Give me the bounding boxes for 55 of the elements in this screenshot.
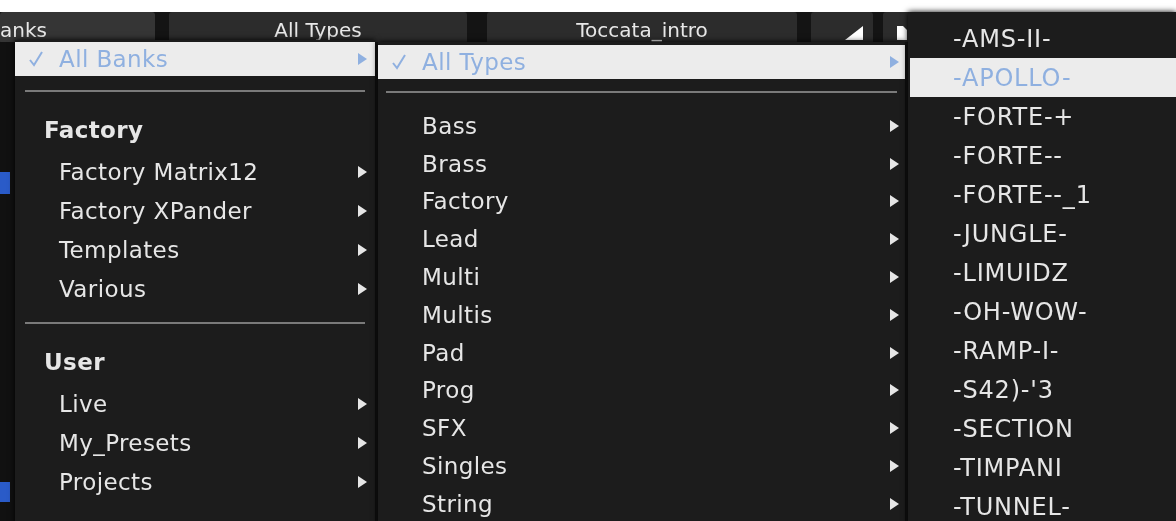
menu-item[interactable]: Multis xyxy=(378,296,905,334)
menu-item[interactable]: -RAMP-I- xyxy=(908,331,1176,370)
menu-header: Factory xyxy=(43,116,145,145)
menu-item[interactable]: Pad xyxy=(378,333,905,372)
menu-item[interactable]: -FORTE-+ xyxy=(908,97,1176,136)
menu-item[interactable]: -JUNGLE- xyxy=(908,214,1176,253)
menu-item[interactable]: Factory xyxy=(378,182,905,221)
submenu-arrow-icon xyxy=(890,346,899,359)
menu-item[interactable]: Bass xyxy=(378,107,905,145)
triangle-icon xyxy=(843,24,865,40)
menu-item[interactable]: String xyxy=(378,484,905,521)
menu-item[interactable]: Various xyxy=(15,269,375,308)
submenu-arrow-icon xyxy=(890,422,899,435)
submenu-arrow-icon xyxy=(890,460,899,473)
menu-item[interactable]: Prog xyxy=(378,371,905,410)
menu-item[interactable]: -FORTE--_1 xyxy=(908,175,1176,214)
menu-item[interactable]: Live xyxy=(15,384,375,423)
menu-item[interactable]: Brass xyxy=(378,144,905,183)
submenu-arrow-icon xyxy=(890,308,899,321)
menu-item[interactable]: -TIMPANI xyxy=(908,448,1176,487)
submenu-arrow-icon xyxy=(890,233,899,246)
menu-item[interactable]: Factory XPander xyxy=(15,191,375,230)
menu-item[interactable]: -LIMUIDZ xyxy=(908,253,1176,292)
menu-item[interactable]: -S42)-'3 xyxy=(908,370,1176,409)
menu-item[interactable]: Lead xyxy=(378,220,905,259)
menu-item[interactable]: Multi xyxy=(378,258,905,296)
menu-header: User xyxy=(43,348,106,377)
menu-item[interactable]: My_Presets xyxy=(15,423,375,462)
icon-button[interactable] xyxy=(811,12,873,44)
menu-item[interactable]: -OH-WOW- xyxy=(908,292,1176,331)
submenu-arrow-icon xyxy=(890,157,899,170)
menu-item[interactable]: -FORTE-- xyxy=(908,136,1176,175)
submenu-arrow-icon xyxy=(890,56,899,68)
submenu-arrow-icon xyxy=(890,119,899,132)
submenu-arrow-icon xyxy=(890,195,899,208)
menu-item[interactable]: Projects xyxy=(15,462,375,501)
menu-item[interactable]: Factory Matrix12 xyxy=(15,152,375,191)
submenu-arrow-icon xyxy=(358,475,367,488)
toolbar-button[interactable]: Toccata_intro xyxy=(487,12,797,44)
submenu-arrow-icon xyxy=(890,384,899,397)
submenu-arrow-icon xyxy=(358,204,367,217)
menu-item[interactable]: -AMS-II- xyxy=(908,19,1176,58)
submenu-arrow-icon xyxy=(890,497,899,510)
menu-item[interactable]: Templates xyxy=(15,230,375,269)
submenu-arrow-icon xyxy=(358,436,367,449)
menu-item[interactable]: Singles xyxy=(378,447,905,485)
submenu-arrow-icon xyxy=(358,282,367,295)
menu-item[interactable]: SFX xyxy=(378,409,905,448)
submenu-arrow-icon xyxy=(358,165,367,178)
submenu-arrow-icon xyxy=(358,397,367,410)
menu-item[interactable]: -TUNNEL- xyxy=(908,487,1176,521)
submenu-arrow-icon xyxy=(358,53,367,65)
submenu-arrow-icon xyxy=(890,271,899,284)
submenu-arrow-icon xyxy=(358,243,367,256)
menu-item[interactable]: -SECTION xyxy=(908,409,1176,448)
